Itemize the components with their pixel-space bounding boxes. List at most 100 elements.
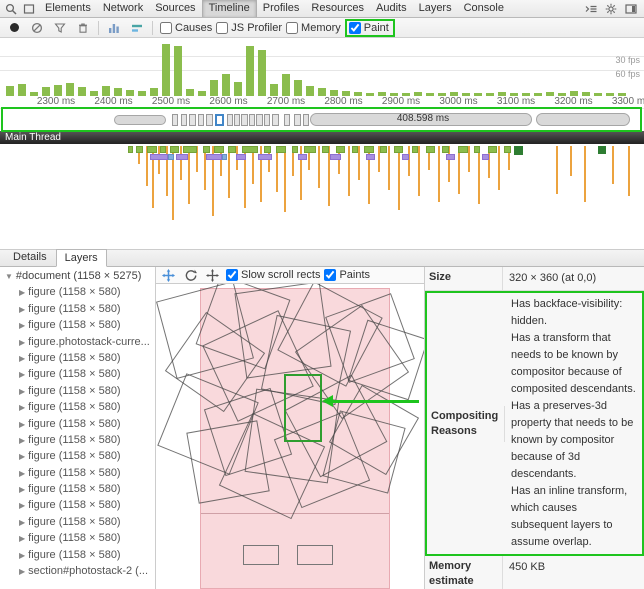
frame-marker[interactable] [249, 114, 255, 126]
checkbox-input[interactable] [349, 22, 361, 34]
console-drawer-icon[interactable] [583, 1, 599, 17]
tree-item[interactable]: ▶figure (1158 × 580) [0, 383, 155, 399]
frame-marker[interactable] [294, 114, 301, 126]
tree-item[interactable]: ▶figure (1158 × 580) [0, 399, 155, 415]
checkbox-input[interactable] [216, 22, 228, 34]
triangle-right-icon[interactable]: ▶ [19, 485, 25, 494]
tab-sources[interactable]: Sources [149, 0, 201, 17]
checkbox-paints[interactable]: Paints [324, 269, 370, 281]
selected-layer-rect[interactable] [284, 374, 322, 442]
tab-details[interactable]: Details [4, 248, 56, 266]
frame-marker[interactable] [172, 114, 178, 126]
frame-marker[interactable] [234, 114, 240, 126]
tree-item[interactable]: ▶figure (1158 × 580) [0, 481, 155, 497]
triangle-right-icon[interactable]: ▶ [19, 354, 25, 363]
tab-network[interactable]: Network [97, 0, 149, 17]
triangle-down-icon[interactable]: ▼ [5, 272, 13, 281]
gear-icon[interactable] [603, 1, 619, 17]
frame-marker[interactable] [189, 114, 196, 126]
tree-item[interactable]: ▶figure (1158 × 580) [0, 284, 155, 300]
tree-item[interactable]: ▶figure (1158 × 580) [0, 530, 155, 546]
triangle-right-icon[interactable]: ▶ [19, 420, 25, 429]
triangle-right-icon[interactable]: ▶ [19, 305, 25, 314]
tree-item[interactable]: ▶figure (1158 × 580) [0, 350, 155, 366]
move-mode-icon[interactable] [204, 267, 220, 283]
inspect-icon[interactable] [3, 1, 19, 17]
checkbox-input[interactable] [324, 269, 336, 281]
property-label: Size [425, 267, 503, 290]
tab-layers[interactable]: Layers [413, 0, 458, 17]
pan-mode-icon[interactable] [160, 267, 176, 283]
frame-marker[interactable] [241, 114, 248, 126]
triangle-right-icon[interactable]: ▶ [19, 567, 25, 576]
tab-audits[interactable]: Audits [370, 0, 413, 17]
garbage-collect-icon[interactable] [75, 20, 91, 36]
tree-item[interactable]: ▶figure (1158 × 580) [0, 448, 155, 464]
dock-side-icon[interactable] [623, 1, 639, 17]
checkbox-causes[interactable]: Causes [160, 22, 212, 34]
tab-resources[interactable]: Resources [305, 0, 370, 17]
clear-button[interactable] [29, 20, 45, 36]
tree-item[interactable]: ▶figure (1158 × 580) [0, 366, 155, 382]
triangle-right-icon[interactable]: ▶ [19, 534, 25, 543]
tree-item[interactable]: ▶figure (1158 × 580) [0, 497, 155, 513]
tree-item-document[interactable]: ▼#document (1158 × 5275) [0, 268, 155, 284]
tab-layers[interactable]: Layers [56, 249, 107, 267]
frame-marker[interactable] [206, 114, 213, 126]
frame-marker[interactable] [272, 114, 279, 126]
triangle-right-icon[interactable]: ▶ [19, 452, 25, 461]
frames-scroll-handle[interactable] [536, 113, 630, 126]
main-thread-flamechart[interactable] [0, 144, 644, 250]
tree-item[interactable]: ▶figure (1158 × 580) [0, 416, 155, 432]
layer-tree[interactable]: ▼#document (1158 × 5275) ▶figure (1158 ×… [0, 267, 156, 589]
tree-item[interactable]: ▶section#photostack-2 (... [0, 563, 155, 579]
frame-marker[interactable] [284, 114, 290, 126]
triangle-right-icon[interactable]: ▶ [19, 338, 25, 347]
tree-item[interactable]: ▶figure (1158 × 580) [0, 547, 155, 563]
triangle-right-icon[interactable]: ▶ [19, 370, 25, 379]
triangle-right-icon[interactable]: ▶ [19, 518, 25, 527]
checkbox-input[interactable] [160, 22, 172, 34]
device-mode-icon[interactable] [21, 1, 37, 17]
triangle-right-icon[interactable]: ▶ [19, 436, 25, 445]
triangle-right-icon[interactable]: ▶ [19, 469, 25, 478]
checkbox-paint[interactable]: Paint [345, 19, 395, 37]
triangle-right-icon[interactable]: ▶ [19, 321, 25, 330]
tree-item[interactable]: ▶figure (1158 × 580) [0, 465, 155, 481]
checkbox-js-profiler[interactable]: JS Profiler [216, 22, 282, 34]
render-event-bar [446, 154, 455, 160]
triangle-right-icon[interactable]: ▶ [19, 403, 25, 412]
checkbox-memory[interactable]: Memory [286, 22, 341, 34]
tree-item[interactable]: ▶figure (1158 × 580) [0, 432, 155, 448]
triangle-right-icon[interactable]: ▶ [19, 551, 25, 560]
frame-marker[interactable] [264, 114, 270, 126]
frames-mode-icon[interactable] [106, 20, 122, 36]
triangle-right-icon[interactable]: ▶ [19, 387, 25, 396]
events-mode-icon[interactable] [129, 20, 145, 36]
triangle-right-icon[interactable]: ▶ [19, 501, 25, 510]
tree-item[interactable]: ▶figure (1158 × 580) [0, 317, 155, 333]
tab-timeline[interactable]: Timeline [202, 0, 257, 17]
checkbox-slow-scroll-rects[interactable]: Slow scroll rects [226, 269, 320, 281]
record-button[interactable] [6, 20, 22, 36]
frame-marker[interactable] [256, 114, 263, 126]
triangle-right-icon[interactable]: ▶ [19, 288, 25, 297]
tab-console[interactable]: Console [458, 0, 510, 17]
filter-icon[interactable] [52, 20, 68, 36]
frame-marker[interactable] [303, 114, 309, 126]
tree-item[interactable]: ▶figure (1158 × 580) [0, 514, 155, 530]
frame-marker[interactable] [227, 114, 233, 126]
rotate-mode-icon[interactable] [182, 267, 198, 283]
frames-scroll-handle[interactable] [114, 115, 166, 125]
layers-3d-canvas[interactable] [156, 284, 424, 589]
frame-marker-selected[interactable] [215, 114, 224, 126]
tab-profiles[interactable]: Profiles [257, 0, 306, 17]
frame-marker[interactable] [198, 114, 204, 126]
frame-marker[interactable] [181, 114, 187, 126]
tree-item[interactable]: ▶figure (1158 × 580) [0, 301, 155, 317]
tree-item[interactable]: ▶figure.photostack-curre... [0, 334, 155, 350]
checkbox-input[interactable] [226, 269, 238, 281]
checkbox-input[interactable] [286, 22, 298, 34]
overview-chart[interactable]: 30 fps60 fps [0, 38, 644, 96]
tab-elements[interactable]: Elements [39, 0, 97, 17]
